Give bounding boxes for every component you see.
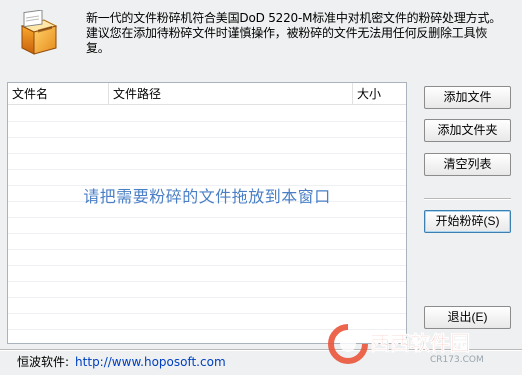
row-divider <box>8 153 406 154</box>
column-filename[interactable]: 文件名 <box>8 83 109 105</box>
row-divider <box>8 217 406 218</box>
header: 新一代的文件粉碎机符合美国DoD 5220-M标准中对机密文件的粉碎处理方式。建… <box>0 0 522 74</box>
row-divider <box>8 313 406 314</box>
start-shred-button[interactable]: 开始粉碎(S) <box>424 210 511 233</box>
shredder-icon <box>20 10 58 55</box>
column-size[interactable]: 大小 <box>353 83 406 105</box>
file-list[interactable]: 文件名 文件路径 大小 请把需要粉碎的文件拖放到本窗口 <box>7 82 407 344</box>
list-header: 文件名 文件路径 大小 <box>8 83 406 105</box>
app-description: 新一代的文件粉碎机符合美国DoD 5220-M标准中对机密文件的粉碎处理方式。建… <box>86 11 502 55</box>
row-divider <box>8 265 406 266</box>
add-file-button[interactable]: 添加文件 <box>424 86 511 109</box>
footer: 恒波软件: http://www.hoposoft.com <box>17 355 226 370</box>
watermark-name: 西西软件园 <box>370 331 470 355</box>
column-filepath[interactable]: 文件路径 <box>109 83 353 105</box>
footer-label: 恒波软件: <box>17 355 70 369</box>
add-folder-button[interactable]: 添加文件夹 <box>424 119 511 142</box>
button-separator <box>424 198 511 200</box>
clear-list-button[interactable]: 清空列表 <box>424 153 511 176</box>
row-divider <box>8 281 406 282</box>
row-divider <box>8 297 406 298</box>
site-watermark-logo: 西西软件园 CR173.COM <box>328 324 484 365</box>
row-divider <box>8 233 406 234</box>
row-divider <box>8 249 406 250</box>
drop-hint: 请把需要粉碎的文件拖放到本窗口 <box>83 187 331 206</box>
watermark-site: CR173.COM <box>430 355 484 365</box>
row-divider <box>8 121 406 122</box>
row-divider <box>8 169 406 170</box>
website-link[interactable]: http://www.hoposoft.com <box>75 355 226 369</box>
row-divider <box>8 137 406 138</box>
